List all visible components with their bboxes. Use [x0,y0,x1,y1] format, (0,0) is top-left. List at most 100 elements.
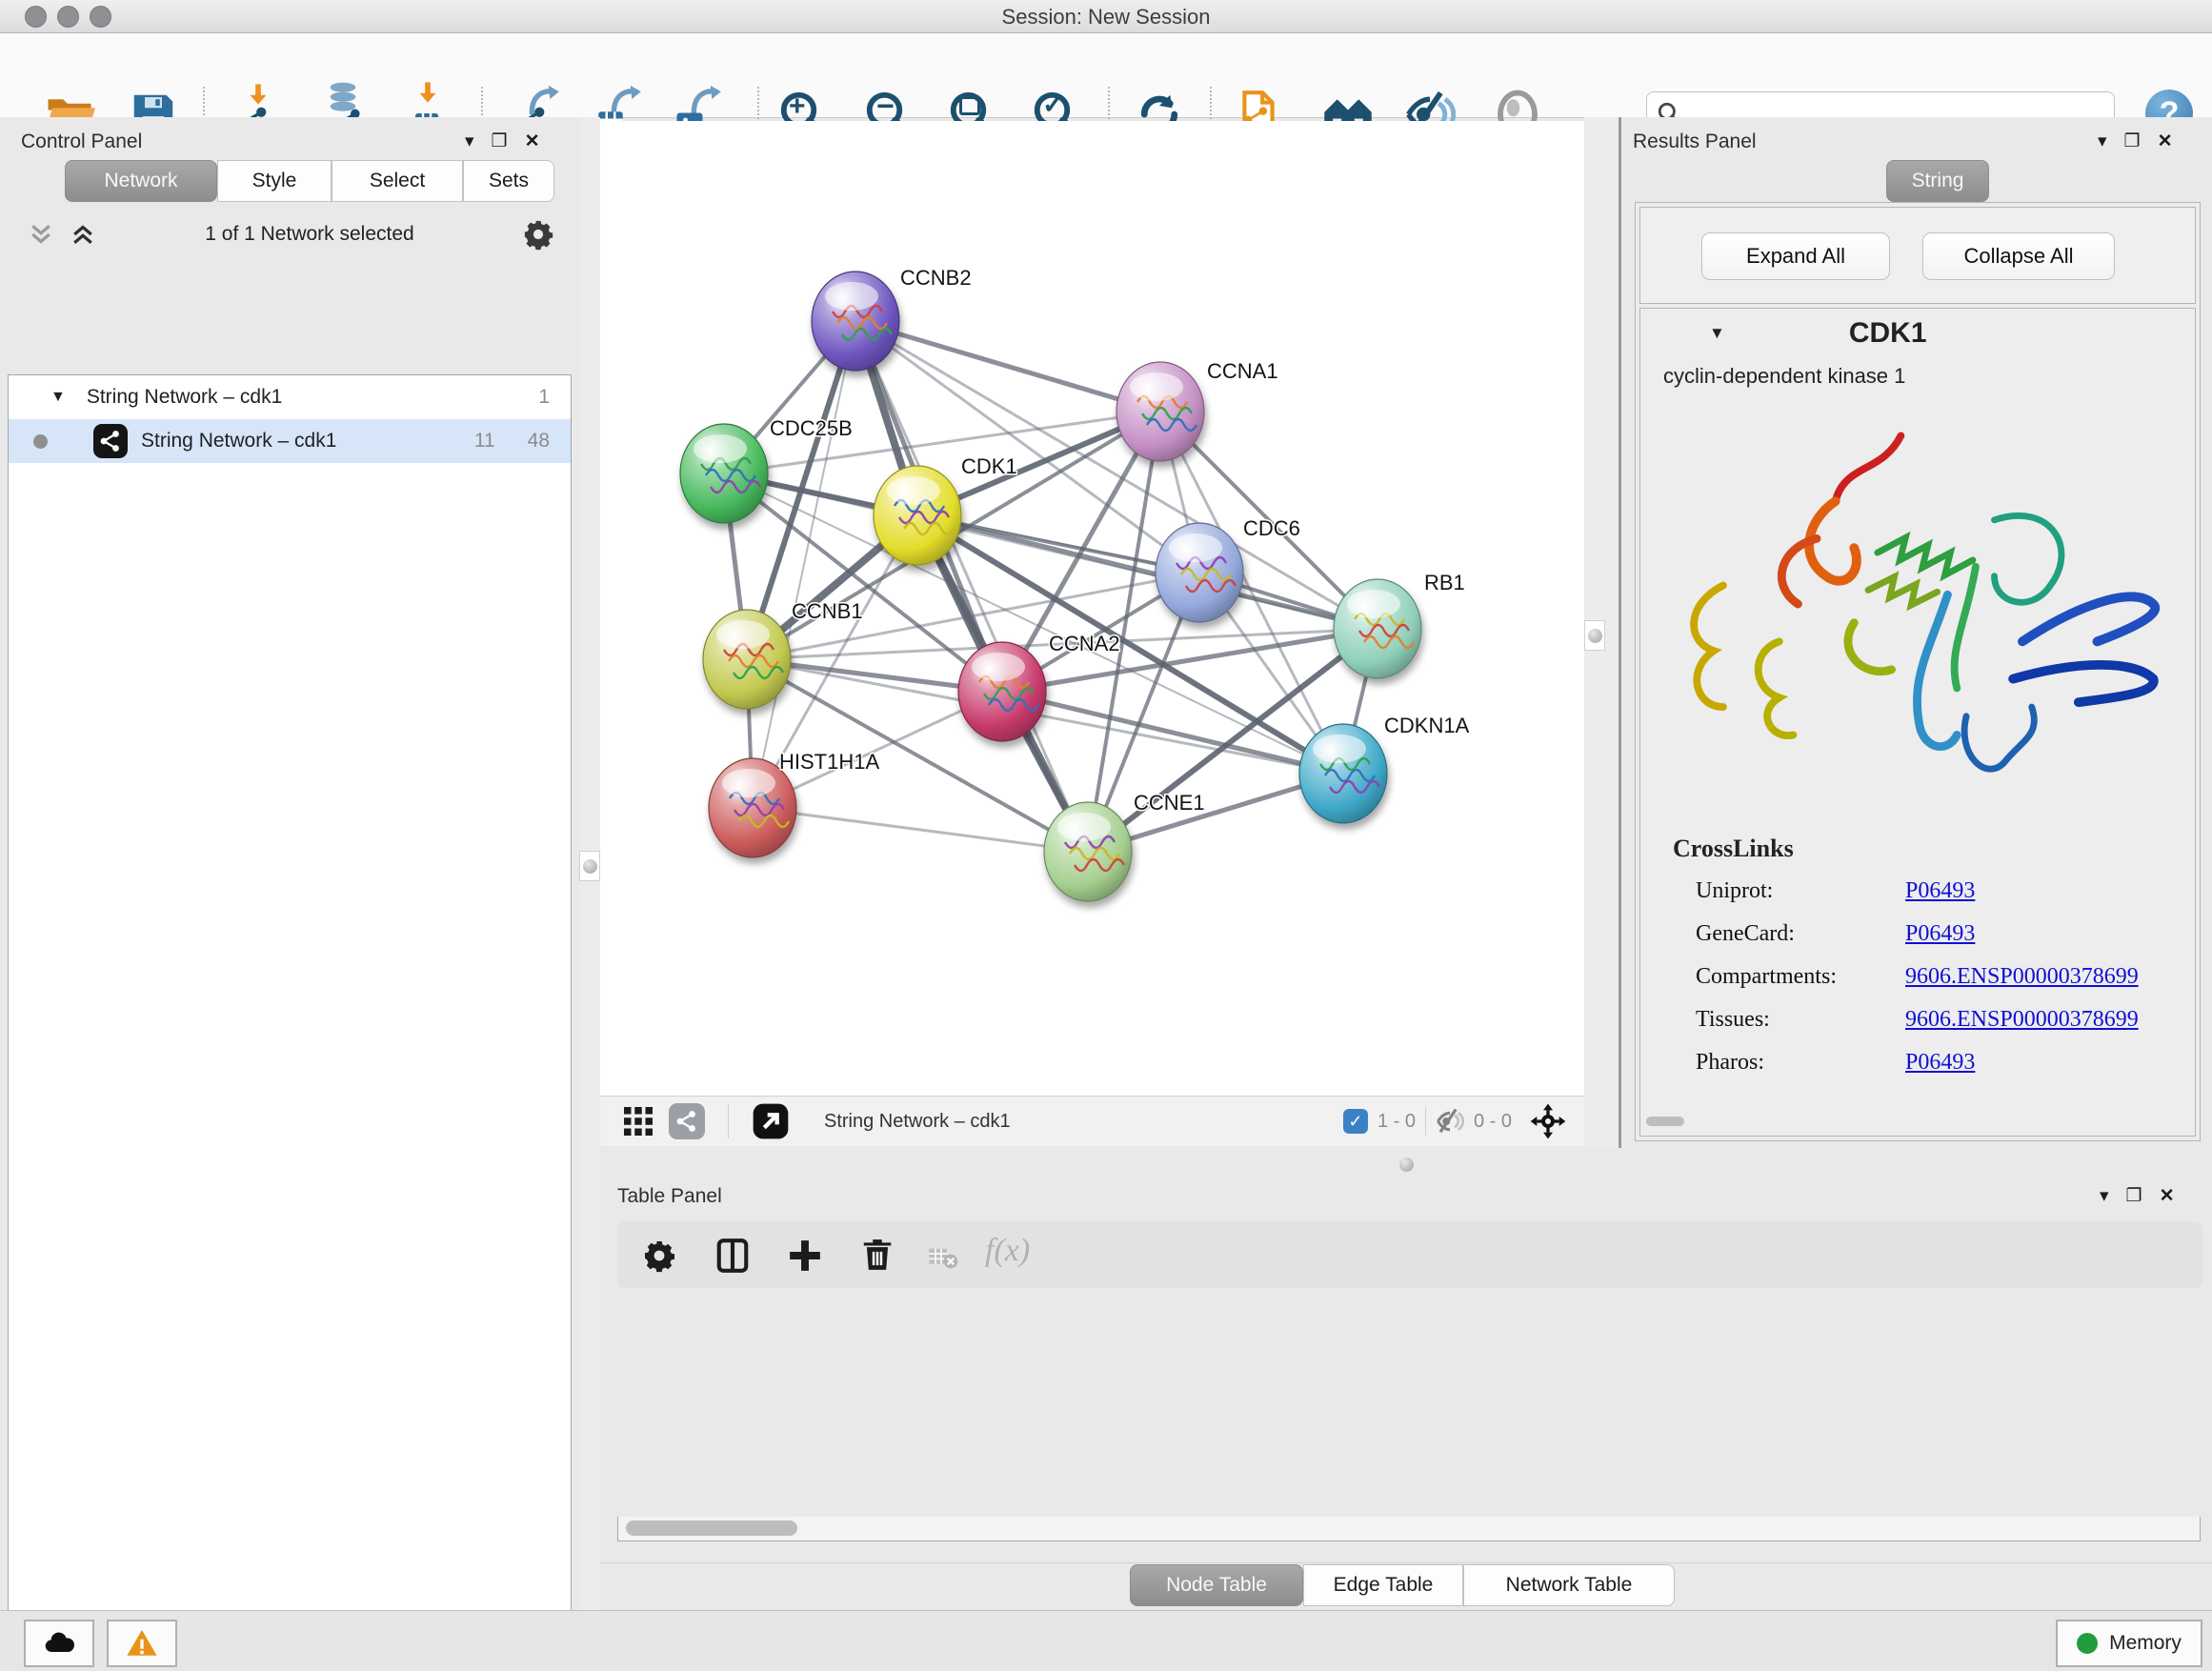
network-current-dot-icon [33,434,48,449]
close-panel-icon[interactable]: ✕ [525,131,540,152]
divider [600,1562,2212,1563]
close-panel-icon[interactable]: ✕ [2160,1185,2175,1207]
network-node-ccna2[interactable] [958,642,1046,741]
hidden-eye-icon[interactable] [1436,1107,1464,1136]
network-node-cdkn1a[interactable] [1299,724,1387,823]
pan-crosshair-icon[interactable] [1529,1102,1567,1140]
network-edge[interactable] [855,321,1160,412]
network-edge[interactable] [753,808,1088,852]
close-panel-icon[interactable]: ✕ [2158,131,2173,152]
selected-counts: 1 - 0 [1377,1111,1416,1133]
grid-view-icon[interactable] [621,1104,655,1138]
crosslink-link[interactable]: P06493 [1905,1050,1975,1076]
disclosure-triangle-icon[interactable]: ▼ [50,389,66,406]
crosslink-link[interactable]: 9606.ENSP00000378699 [1905,964,2139,990]
tab-style[interactable]: Style [217,160,332,202]
crosslink-link[interactable]: 9606.ENSP00000378699 [1905,1007,2139,1033]
disclosure-triangle-icon[interactable]: ▼ [1709,324,1725,343]
tab-network-table[interactable]: Network Table [1463,1564,1675,1606]
warnings-button[interactable] [107,1620,177,1667]
node-label: CCNB1 [792,599,863,623]
network-node-rb1[interactable] [1334,579,1421,678]
show-columns-icon[interactable] [714,1238,751,1274]
tab-string[interactable]: String [1886,160,1989,202]
float-panel-icon[interactable]: ❐ [492,131,508,152]
crosslink-link[interactable]: P06493 [1905,878,1975,904]
crosslink-label: GeneCard: [1696,921,1905,947]
memory-button[interactable]: Memory [2056,1620,2202,1667]
memory-status-dot-icon [2077,1633,2098,1654]
tab-node-table[interactable]: Node Table [1130,1564,1303,1606]
protein-name: CDK1 [1849,317,1927,350]
protein-result-box: ▼ CDK1 cyclin-dependent kinase 1 [1639,308,2196,1137]
crosslink-label: Uniprot: [1696,878,1905,904]
node-label: HIST1H1A [779,750,879,774]
expand-all-chevron-icon[interactable] [69,220,97,249]
birdseye-toggle-icon[interactable] [752,1102,790,1140]
right-splitter[interactable] [1584,117,1621,1148]
right-splitter-handle[interactable] [1584,620,1605,651]
collapse-panel-icon[interactable]: ▾ [2100,1185,2109,1207]
control-panel-tabs: Network Style Select Sets [65,160,554,202]
bar-separator [1425,1107,1426,1136]
node-label: CCNE1 [1134,791,1205,815]
network-row-selected[interactable]: String Network – cdk1 11 48 [9,419,571,463]
crosslink-label: Tissues: [1696,1007,1905,1033]
network-thumbnail-icon[interactable] [669,1103,705,1139]
node-label: CCNA1 [1207,359,1278,383]
tab-network[interactable]: Network [65,160,217,202]
network-node-ccnb1[interactable] [703,610,791,709]
table-panel-window-buttons: ▾ ❐ ✕ [2100,1185,2175,1207]
delete-column-trash-icon[interactable] [859,1237,895,1273]
collapse-panel-icon[interactable]: ▾ [2098,131,2107,152]
results-panel-window-buttons: ▾ ❐ ✕ [2098,131,2173,152]
float-panel-icon[interactable]: ❐ [2126,1185,2142,1207]
network-node-cdc6[interactable] [1156,523,1243,622]
table-hscrollbar[interactable] [617,1517,2201,1541]
window-title: Session: New Session [0,5,2212,30]
table-gear-icon[interactable] [642,1238,676,1273]
network-canvas[interactable]: CCNB2CCNA1CDC25BCDK1CDC6RB1CCNB1CCNA2CDK… [600,121,1584,1096]
cloud-status-button[interactable] [24,1620,94,1667]
results-hscrollbar-thumb[interactable] [1646,1117,1684,1126]
tab-edge-table[interactable]: Edge Table [1303,1564,1463,1606]
network-node-cdc25b[interactable] [680,424,768,523]
table-hscrollbar-thumb[interactable] [626,1520,797,1536]
network-node-ccne1[interactable] [1044,802,1132,901]
table-toolbar: f(x) [617,1221,2202,1288]
float-panel-icon[interactable]: ❐ [2124,131,2141,152]
network-collection-row[interactable]: ▼ String Network – cdk1 1 [9,375,571,419]
collapse-all-button[interactable]: Collapse All [1922,232,2115,280]
selected-checkbox-icon[interactable]: ✓ [1343,1109,1368,1134]
collection-count: 1 [538,386,550,409]
table-splitter[interactable] [600,1148,2212,1181]
network-node-ccna1[interactable] [1116,362,1204,461]
table-panel-title: Table Panel [617,1185,722,1208]
network-node-cdk1[interactable] [874,466,961,565]
collapse-all-chevron-icon[interactable] [27,220,55,249]
function-builder-icon-disabled: f(x) [985,1233,1030,1269]
table-splitter-handle[interactable] [1399,1158,1414,1172]
collapse-panel-icon[interactable]: ▾ [465,131,474,152]
left-splitter-handle[interactable] [579,851,600,881]
control-panel-title: Control Panel [21,131,142,153]
add-column-icon[interactable] [787,1238,823,1274]
results-outer-box: Expand All Collapse All ▼ CDK1 cyclin-de… [1635,202,2201,1141]
network-edge[interactable] [855,321,1088,852]
left-splitter[interactable] [579,117,600,1610]
hidden-counts: 0 - 0 [1474,1111,1512,1133]
expand-all-button[interactable]: Expand All [1701,232,1890,280]
network-view-toolbar: String Network – cdk1 ✓ 1 - 0 0 - 0 [600,1096,1584,1146]
tab-select[interactable]: Select [332,160,463,202]
tab-sets[interactable]: Sets [463,160,554,202]
protein-description: cyclin-dependent kinase 1 [1663,364,1905,389]
network-options-gear-icon[interactable] [522,218,554,251]
table-panel: Table Panel ▾ ❐ ✕ f(x) shared namenameca… [600,1181,2212,1610]
protein-header[interactable]: ▼ CDK1 [1640,309,2195,358]
network-edge[interactable] [917,515,1377,629]
protein-structure-image [1667,404,2172,814]
results-panel-title: Results Panel [1633,131,1757,153]
network-node-ccnb2[interactable] [812,272,899,371]
crosslink-link[interactable]: P06493 [1905,921,1975,947]
node-label: CCNA2 [1049,632,1120,655]
